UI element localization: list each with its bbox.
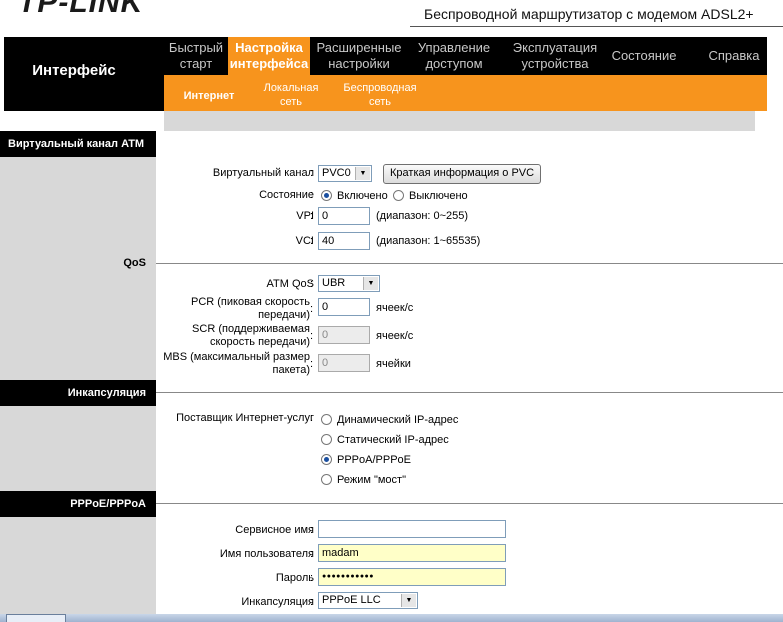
isp-pppoe-label: PPPoA/PPPoE — [337, 454, 411, 466]
state-on-label: Включено — [337, 190, 388, 202]
password-label: Пароль — [275, 572, 314, 584]
state-on-radio[interactable] — [321, 190, 332, 201]
isp-pppoe-radio[interactable] — [321, 454, 332, 465]
mbs-label: MBS (максимальный размер пакета) — [163, 351, 310, 376]
isp-dynamic-ip-radio[interactable] — [321, 414, 332, 425]
section-divider — [156, 503, 783, 504]
section-encap-header: Инкапсуляция — [0, 380, 156, 406]
password-input[interactable]: ●●●●●●●●●●● — [318, 568, 506, 586]
state-off-radio[interactable] — [393, 190, 404, 201]
vpi-hint: (диапазон: 0~255) — [376, 210, 469, 222]
colon: : — [310, 548, 314, 560]
nav-status[interactable]: Состояние — [606, 37, 682, 75]
nav-interface-setup[interactable]: Настройка интерфейса — [228, 37, 310, 75]
atm-qos-label: ATM QoS — [266, 278, 314, 290]
section-qos-header: QoS — [123, 257, 146, 269]
section-divider — [156, 263, 783, 264]
chevron-down-icon: ▼ — [401, 594, 416, 607]
pcr-label: PCR (пиковая скорость передачи) — [190, 296, 310, 321]
username-input[interactable]: madam — [318, 544, 506, 562]
vc-select[interactable]: PVC0 ▼ — [318, 165, 372, 182]
isp-bridge-label: Режим "мост" — [337, 474, 406, 486]
isp-bridge-radio[interactable] — [321, 474, 332, 485]
nav-quick-start[interactable]: Быстрый старт — [164, 37, 228, 75]
subnav-wireless[interactable]: Беспроводная сеть — [332, 81, 428, 109]
nav-access-management[interactable]: Управление доступом — [408, 37, 500, 75]
pppoe-encap-label: Инкапсуляция — [241, 596, 314, 608]
chevron-down-icon: ▼ — [363, 277, 378, 290]
scr-input[interactable]: 0 — [318, 326, 370, 344]
subnav-internet[interactable]: Интернет — [178, 89, 240, 103]
chevron-down-icon: ▼ — [355, 167, 370, 180]
section-atm-header: Виртуальный канал ATM — [0, 131, 156, 157]
product-title: Беспроводной маршрутизатор с модемом ADS… — [424, 6, 754, 22]
vpi-input[interactable]: 0 — [318, 207, 370, 225]
taskbar — [0, 614, 783, 622]
isp-dynamic-ip-label: Динамический IP-адрес — [337, 414, 459, 426]
isp-static-ip-label: Статический IP-адрес — [337, 434, 449, 446]
left-sidebar-gray — [0, 131, 156, 622]
nav-help[interactable]: Справка — [700, 37, 768, 75]
colon: : — [310, 278, 314, 290]
vc-label: Виртуальный канал — [212, 167, 314, 179]
colon: : — [310, 412, 314, 424]
sub-nav — [164, 75, 767, 111]
section-divider — [156, 392, 783, 393]
atm-qos-select[interactable]: UBR ▼ — [318, 275, 380, 292]
service-name-input[interactable] — [318, 520, 506, 538]
colon: : — [310, 189, 314, 201]
page-section-title: Интерфейс — [32, 62, 116, 79]
isp-label: Поставщик Интернет-услуг — [176, 412, 314, 424]
pcr-unit: ячеек/с — [376, 302, 414, 314]
content-top-strip — [164, 111, 755, 131]
scr-unit: ячеек/с — [376, 330, 414, 342]
vci-input[interactable]: 40 — [318, 232, 370, 250]
colon: : — [310, 330, 314, 342]
pppoe-encap-select[interactable]: PPPoE LLC ▼ — [318, 592, 418, 609]
username-label: Имя пользователя — [219, 548, 314, 560]
colon: : — [310, 235, 314, 247]
header-divider — [410, 26, 783, 27]
tp-link-logo: TP-LINK — [18, 0, 144, 19]
vci-hint: (диапазон: 1~65535) — [376, 235, 481, 247]
taskbar-button[interactable] — [6, 614, 66, 622]
scr-label: SCR (поддерживаемая скорость передачи) — [192, 323, 310, 348]
pvc-summary-button[interactable]: Краткая информация о PVC — [383, 164, 542, 184]
colon: : — [310, 303, 314, 315]
mbs-input[interactable]: 0 — [318, 354, 370, 372]
state-off-label: Выключено — [409, 190, 468, 202]
mbs-unit: ячейки — [376, 358, 411, 370]
service-name-label: Сервисное имя — [235, 524, 314, 536]
state-label: Состояние — [259, 189, 314, 201]
isp-static-ip-radio[interactable] — [321, 434, 332, 445]
section-pppoe-header: PPPoE/PPPoA — [0, 491, 156, 517]
colon: : — [310, 596, 314, 608]
nav-advanced-setup[interactable]: Расширенные настройки — [310, 37, 408, 75]
nav-maintenance[interactable]: Эксплуатация устройства — [500, 37, 610, 75]
colon: : — [310, 167, 314, 179]
subnav-lan[interactable]: Локальная сеть — [256, 81, 326, 109]
colon: : — [310, 210, 314, 222]
colon: : — [310, 572, 314, 584]
pcr-input[interactable]: 0 — [318, 298, 370, 316]
colon: : — [310, 358, 314, 370]
colon: : — [310, 524, 314, 536]
